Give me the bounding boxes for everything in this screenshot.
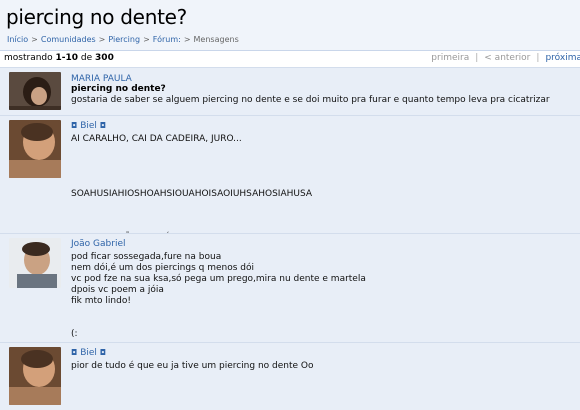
forum-post: ◘ Biel ◘ AI CARALHO, CAI DA CADEIRA, JUR… bbox=[0, 115, 580, 243]
post-author-name[interactable]: Biel bbox=[80, 121, 97, 131]
forum-post: MARIA PAULA piercing no dente? gostaria … bbox=[0, 67, 580, 115]
breadcrumb-forum[interactable]: Fórum: bbox=[153, 35, 181, 44]
user-status-icon: ◘ bbox=[99, 121, 107, 130]
post-author[interactable]: João Gabriel bbox=[71, 239, 125, 249]
breadcrumb-home[interactable]: Início bbox=[7, 35, 28, 44]
post-author-name[interactable]: Biel bbox=[80, 348, 97, 358]
avatar[interactable] bbox=[9, 347, 61, 405]
post-text: pod ficar sossegada,fure na boua nem dói… bbox=[71, 252, 366, 339]
post-subject: piercing no dente? bbox=[71, 84, 166, 94]
post-text: gostaria de saber se alguem piercing no … bbox=[71, 95, 550, 105]
first-page-link[interactable]: primeira bbox=[431, 53, 469, 63]
page-header: piercing no dente? Início > Comunidades > Pi… bbox=[0, 0, 580, 51]
pagination-bar: mostrando 1-10 de 300 primeira | < anterio… bbox=[0, 51, 580, 67]
breadcrumb-piercing[interactable]: Piercing bbox=[108, 35, 140, 44]
forum-post: ◘ Biel ◘ pior de tudo é que eu ja tive u… bbox=[0, 342, 580, 410]
avatar-photo-icon bbox=[9, 238, 61, 288]
showing-range: 1-10 bbox=[55, 53, 79, 63]
user-status-icon: ◘ bbox=[99, 348, 107, 357]
user-status-icon: ◘ bbox=[71, 348, 78, 357]
showing-of: de bbox=[80, 53, 93, 63]
page-title: piercing no dente? bbox=[6, 5, 187, 29]
showing-total: 300 bbox=[95, 53, 114, 63]
forum-post: João Gabriel pod ficar sossegada,fure na… bbox=[0, 233, 580, 342]
avatar-photo-icon bbox=[9, 347, 61, 405]
avatar-photo-icon bbox=[9, 72, 61, 110]
avatar[interactable] bbox=[9, 120, 61, 178]
avatar[interactable] bbox=[9, 72, 61, 110]
post-author[interactable]: ◘ Biel ◘ bbox=[71, 348, 106, 358]
breadcrumb-messages: Mensagens bbox=[193, 35, 239, 44]
avatar[interactable] bbox=[9, 238, 61, 288]
breadcrumb-communities[interactable]: Comunidades bbox=[41, 35, 96, 44]
prev-page-link[interactable]: < anterior bbox=[484, 53, 530, 63]
post-author[interactable]: MARIA PAULA bbox=[71, 74, 132, 84]
user-status-icon: ◘ bbox=[71, 121, 78, 130]
next-page-link[interactable]: próxima bbox=[545, 53, 580, 63]
post-text: AI CARALHO, CAI DA CADEIRA, JURO... SOAH… bbox=[71, 134, 312, 243]
showing-prefix: mostrando bbox=[4, 53, 53, 63]
post-author[interactable]: ◘ Biel ◘ bbox=[71, 121, 106, 131]
breadcrumb: Início > Comunidades > Piercing > Fórum: > Mensa… bbox=[7, 35, 239, 44]
showing-count: mostrando 1-10 de 300 bbox=[4, 53, 114, 63]
post-text: pior de tudo é que eu ja tive um piercin… bbox=[71, 361, 314, 371]
avatar-photo-icon bbox=[9, 120, 61, 178]
pager-links: primeira | < anterior | próxima bbox=[431, 53, 580, 63]
